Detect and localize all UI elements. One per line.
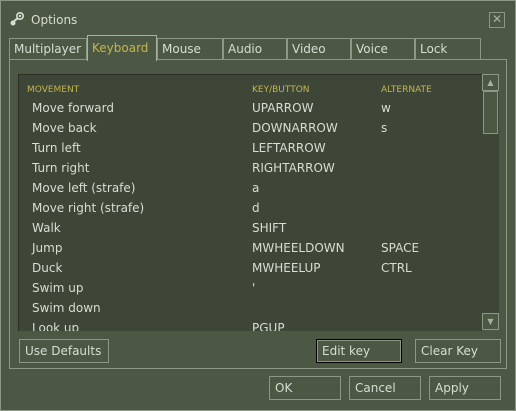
binding-action: Look up: [32, 321, 80, 331]
binding-action: Walk: [32, 221, 61, 235]
list-row[interactable]: Turn right RIGHTARROW: [19, 159, 483, 179]
binding-action: Turn left: [32, 141, 81, 155]
list-scrollbar[interactable]: ▲ ▼: [482, 74, 499, 330]
binding-key: d: [252, 201, 260, 215]
list-row[interactable]: Move left (strafe) a: [19, 179, 483, 199]
binding-action: Move back: [32, 121, 97, 135]
scroll-up-button[interactable]: ▲: [482, 74, 499, 91]
binding-key: RIGHTARROW: [252, 161, 335, 175]
apply-button[interactable]: Apply: [429, 376, 501, 400]
ok-button[interactable]: OK: [269, 376, 341, 400]
key-binding-list[interactable]: MOVEMENT KEY/BUTTON ALTERNATE Move forwa…: [18, 74, 483, 331]
list-row[interactable]: Look up PGUP: [19, 319, 483, 331]
binding-key: ': [252, 281, 256, 295]
binding-alternate: w: [381, 101, 391, 115]
binding-action: Swim down: [32, 301, 101, 315]
list-row[interactable]: Swim down: [19, 299, 483, 319]
list-row[interactable]: Duck MWHEELUP CTRL: [19, 259, 483, 279]
tab-video[interactable]: Video: [287, 38, 351, 60]
binding-key: DOWNARROW: [252, 121, 338, 135]
binding-action: Duck: [32, 261, 63, 275]
use-defaults-button[interactable]: Use Defaults: [19, 339, 109, 363]
cancel-button[interactable]: Cancel: [349, 376, 421, 400]
tab-voice[interactable]: Voice: [351, 38, 415, 60]
close-icon: ✕: [491, 12, 503, 26]
tab-mouse[interactable]: Mouse: [157, 38, 223, 60]
binding-action: Turn right: [32, 161, 90, 175]
list-row[interactable]: Swim up ': [19, 279, 483, 299]
column-header-movement[interactable]: MOVEMENT: [27, 85, 79, 95]
list-row[interactable]: Jump MWHEELDOWN SPACE: [19, 239, 483, 259]
binding-alternate: s: [381, 121, 388, 135]
steam-logo-icon: [10, 11, 25, 26]
tab-lock[interactable]: Lock: [415, 38, 481, 60]
list-row[interactable]: Turn left LEFTARROW: [19, 139, 483, 159]
scroll-track[interactable]: [482, 91, 499, 313]
binding-action: Move left (strafe): [32, 181, 136, 195]
list-row[interactable]: Move forward UPARROW w: [19, 99, 483, 119]
binding-key: MWHEELDOWN: [252, 241, 345, 255]
binding-action: Jump: [32, 241, 63, 255]
tab-audio[interactable]: Audio: [223, 38, 287, 60]
scroll-thumb[interactable]: [483, 91, 498, 134]
list-header: MOVEMENT KEY/BUTTON ALTERNATE: [19, 75, 483, 101]
binding-alternate: SPACE: [381, 241, 420, 255]
options-window: Options ✕ Multiplayer Keyboard Mouse Aud…: [0, 0, 516, 411]
binding-action: Move forward: [32, 101, 115, 115]
scroll-down-button[interactable]: ▼: [482, 313, 499, 330]
clear-key-button[interactable]: Clear Key: [415, 339, 501, 363]
binding-key: SHIFT: [252, 221, 287, 235]
binding-key: PGUP: [252, 321, 285, 331]
binding-key: a: [252, 181, 260, 195]
list-row[interactable]: Walk SHIFT: [19, 219, 483, 239]
binding-alternate: CTRL: [381, 261, 412, 275]
list-row[interactable]: Move back DOWNARROW s: [19, 119, 483, 139]
chevron-up-icon: ▲: [487, 78, 494, 87]
binding-action: Swim up: [32, 281, 84, 295]
column-header-alternate[interactable]: ALTERNATE: [381, 85, 432, 95]
binding-key: LEFTARROW: [252, 141, 326, 155]
tab-multiplayer[interactable]: Multiplayer: [9, 38, 87, 60]
binding-key: MWHEELUP: [252, 261, 321, 275]
close-button[interactable]: ✕: [489, 12, 505, 28]
binding-action: Move right (strafe): [32, 201, 145, 215]
title-bar[interactable]: Options ✕: [1, 1, 515, 35]
tab-keyboard[interactable]: Keyboard: [87, 35, 157, 61]
window-title: Options: [31, 13, 78, 27]
list-row[interactable]: Move right (strafe) d: [19, 199, 483, 219]
column-header-key[interactable]: KEY/BUTTON: [252, 85, 310, 95]
chevron-down-icon: ▼: [487, 317, 494, 326]
binding-key: UPARROW: [252, 101, 314, 115]
edit-key-button[interactable]: Edit key: [316, 339, 402, 363]
